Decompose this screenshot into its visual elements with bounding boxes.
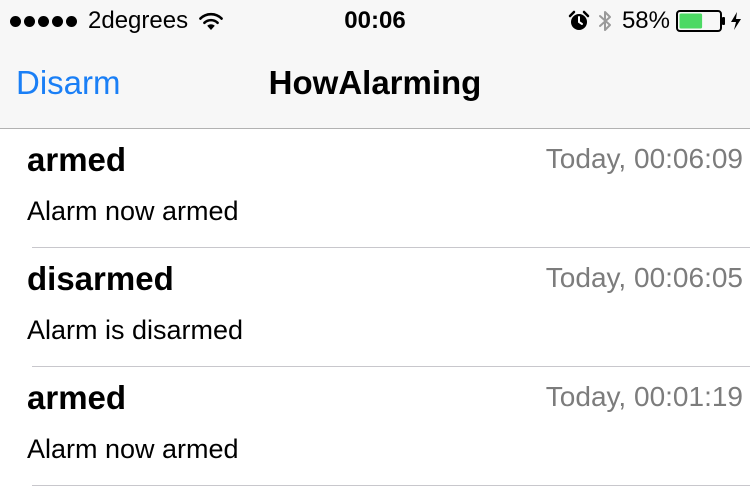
event-timestamp: Today, 00:01:19 [545, 381, 743, 412]
bluetooth-icon [598, 11, 611, 31]
event-detail: Alarm now armed [27, 196, 239, 226]
event-row[interactable]: disarmed Today, 00:06:05 Alarm is disarm… [0, 248, 750, 367]
alarm-clock-icon [568, 10, 590, 30]
navigation-bar: Disarm HowAlarming [0, 40, 750, 129]
battery-icon [676, 10, 725, 32]
event-title: armed [27, 379, 127, 416]
event-detail: Alarm now armed [27, 434, 239, 464]
event-title: armed [27, 141, 127, 178]
event-detail: Alarm is disarmed [27, 315, 244, 345]
battery-fill [679, 13, 703, 29]
event-list: armed Today, 00:06:09 Alarm now armed di… [0, 129, 750, 486]
status-bar: 2degrees 00:06 58% [0, 0, 750, 40]
charging-bolt-icon [731, 12, 741, 30]
status-bar-right: 58% [568, 7, 742, 35]
page-title: HowAlarming [268, 64, 482, 101]
event-title: disarmed [27, 260, 174, 297]
event-row[interactable]: armed Today, 00:01:19 Alarm now armed [0, 367, 750, 486]
event-timestamp: Today, 00:06:05 [545, 262, 743, 293]
event-timestamp: Today, 00:06:09 [545, 143, 743, 174]
event-row[interactable]: armed Today, 00:06:09 Alarm now armed [0, 129, 750, 248]
app-screen: 2degrees 00:06 58% Disarm HowAlarming ar… [0, 0, 750, 489]
battery-percentage: 58% [621, 7, 670, 34]
